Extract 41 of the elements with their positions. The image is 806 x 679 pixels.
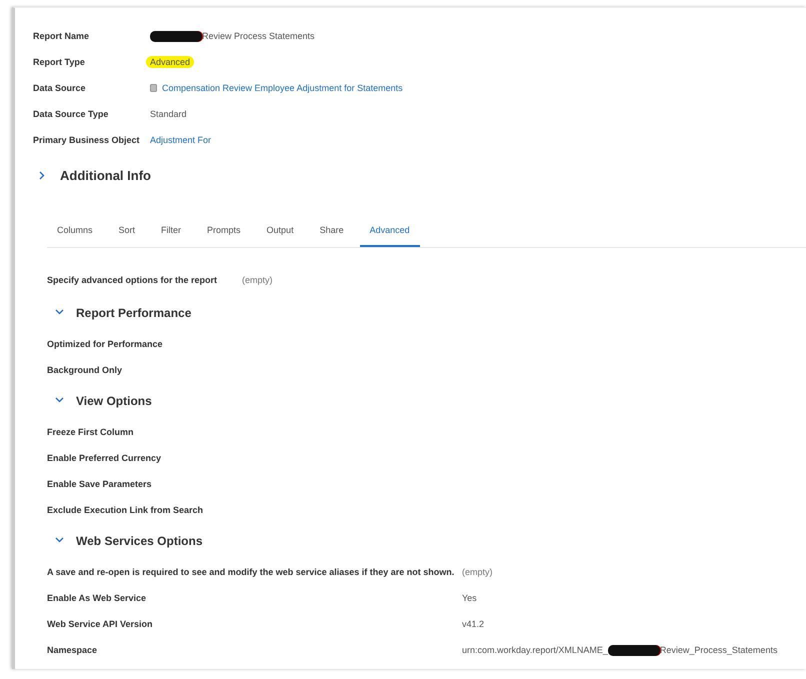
section-title: Web Services Options: [76, 534, 202, 548]
field-label: Web Service API Version: [47, 619, 154, 629]
value-text: Review_Process_Statements: [660, 645, 778, 655]
field-label: Enable Save Parameters: [47, 479, 153, 489]
description-label: Specify advanced options for the report: [47, 275, 218, 285]
redaction-mark: [150, 30, 202, 42]
value-text: Standard: [150, 109, 187, 119]
tab[interactable]: Filter: [151, 215, 192, 247]
value-text: Yes: [462, 593, 477, 603]
tab[interactable]: Share: [310, 215, 354, 247]
field-label: Primary Business Object: [33, 135, 141, 145]
tab[interactable]: Output: [256, 215, 304, 247]
tab[interactable]: Columns: [47, 215, 103, 247]
section-title: Report Performance: [76, 306, 192, 320]
document-icon: [150, 84, 157, 92]
field-label: Report Type: [33, 57, 86, 67]
value-text: (empty): [242, 275, 273, 285]
business-object-link[interactable]: Adjustment For: [150, 135, 212, 145]
field-label: A save and re-open is required to see and modify the web service aliases if they are not shown.: [47, 567, 456, 577]
value-text: (empty): [462, 567, 493, 577]
value-text: urn:com.workday.report/XMLNAME_: [462, 645, 608, 655]
highlighted-value: Advanced: [146, 56, 194, 68]
field-label: Namespace: [47, 645, 98, 655]
tab[interactable]: Advanced: [360, 215, 420, 247]
section-title: Additional Info: [60, 168, 151, 182]
field-label: Report Name: [33, 31, 90, 41]
tab[interactable]: Sort: [108, 215, 146, 247]
value-text: Review Process Statements: [202, 31, 315, 41]
value-text: v41.2: [462, 619, 484, 629]
field-label: Enable As Web Service: [47, 593, 148, 603]
data-source-link[interactable]: Compensation Review Employee Adjustment for Statements: [162, 83, 403, 93]
field-label: Data Source: [33, 83, 87, 93]
tab[interactable]: Prompts: [197, 215, 251, 247]
field-label: Background Only: [47, 365, 124, 375]
redaction-mark: [608, 644, 660, 656]
field-label: Freeze First Column: [47, 427, 135, 437]
field-label: Data Source Type: [33, 109, 110, 119]
field-label: Exclude Execution Link from Search: [47, 505, 204, 515]
field-label: Enable Preferred Currency: [47, 453, 162, 463]
section-title: View Options: [76, 394, 152, 408]
field-label: Optimized for Performance: [47, 339, 164, 349]
